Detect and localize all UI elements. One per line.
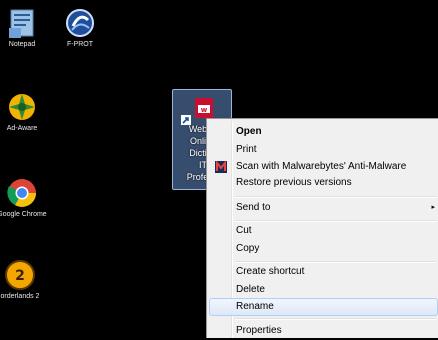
menu-item-print[interactable]: Print (209, 141, 438, 159)
menu-item-label: Print (236, 144, 257, 155)
desktop-icon-label: Ad-Aware (6, 125, 38, 132)
menu-item-properties[interactable]: Properties (209, 322, 438, 340)
notepad-icon (9, 9, 34, 38)
menu-item-label: Copy (236, 243, 260, 254)
menu-item-label: Delete (236, 284, 265, 295)
menu-item-copy[interactable]: Copy (209, 240, 438, 258)
menu-item-open[interactable]: Open (209, 123, 438, 141)
borderlands-icon: 2 (5, 260, 35, 290)
menu-item-label: Cut (236, 225, 252, 236)
menu-item-send-to[interactable]: Send to ▸ (209, 199, 438, 217)
menu-item-create-shortcut[interactable]: Create shortcut (209, 263, 438, 281)
desktop-icon-fprot[interactable]: F-PROT (52, 6, 108, 49)
menu-item-cut[interactable]: Cut (209, 222, 438, 240)
svg-text:w: w (201, 106, 208, 114)
menu-item-rename[interactable]: Rename (209, 298, 438, 316)
desktop-icon-label: Google Chrome (0, 211, 47, 218)
menu-item-delete[interactable]: Delete (209, 281, 438, 299)
desktop-icon-label: Notepad (8, 41, 36, 48)
menu-item-label: Create shortcut (236, 266, 305, 277)
menu-item-label: Properties (236, 325, 282, 336)
menu-item-label: Restore previous versions (236, 177, 352, 188)
chrome-icon (7, 179, 36, 207)
desktop-icon-label: F-PROT (66, 41, 94, 48)
fprot-icon (66, 9, 94, 37)
adaware-icon (9, 94, 35, 120)
svg-text:2: 2 (15, 268, 25, 284)
menu-item-label: Open (236, 126, 262, 137)
webopedia-icon: w (195, 98, 213, 118)
desktop-icon-notepad[interactable]: Notepad (0, 6, 50, 49)
desktop-icon-label: orderlands 2 (0, 293, 40, 300)
context-menu: Open Print Scan with Malwarebytes' Anti-… (206, 118, 438, 338)
menu-separator (235, 196, 436, 198)
menu-item-restore-versions[interactable]: Restore previous versions (209, 174, 438, 192)
menu-item-label: Send to (236, 202, 271, 213)
desktop-icon-chrome[interactable]: Google Chrome (0, 176, 50, 219)
desktop-icon-adaware[interactable]: Ad-Aware (0, 90, 50, 133)
desktop-icon-borderlands[interactable]: 2 orderlands 2 (0, 258, 48, 301)
menu-separator (235, 318, 436, 320)
submenu-arrow-icon: ▸ (431, 204, 435, 211)
malwarebytes-icon (215, 161, 227, 173)
menu-item-label: Rename (236, 301, 274, 312)
